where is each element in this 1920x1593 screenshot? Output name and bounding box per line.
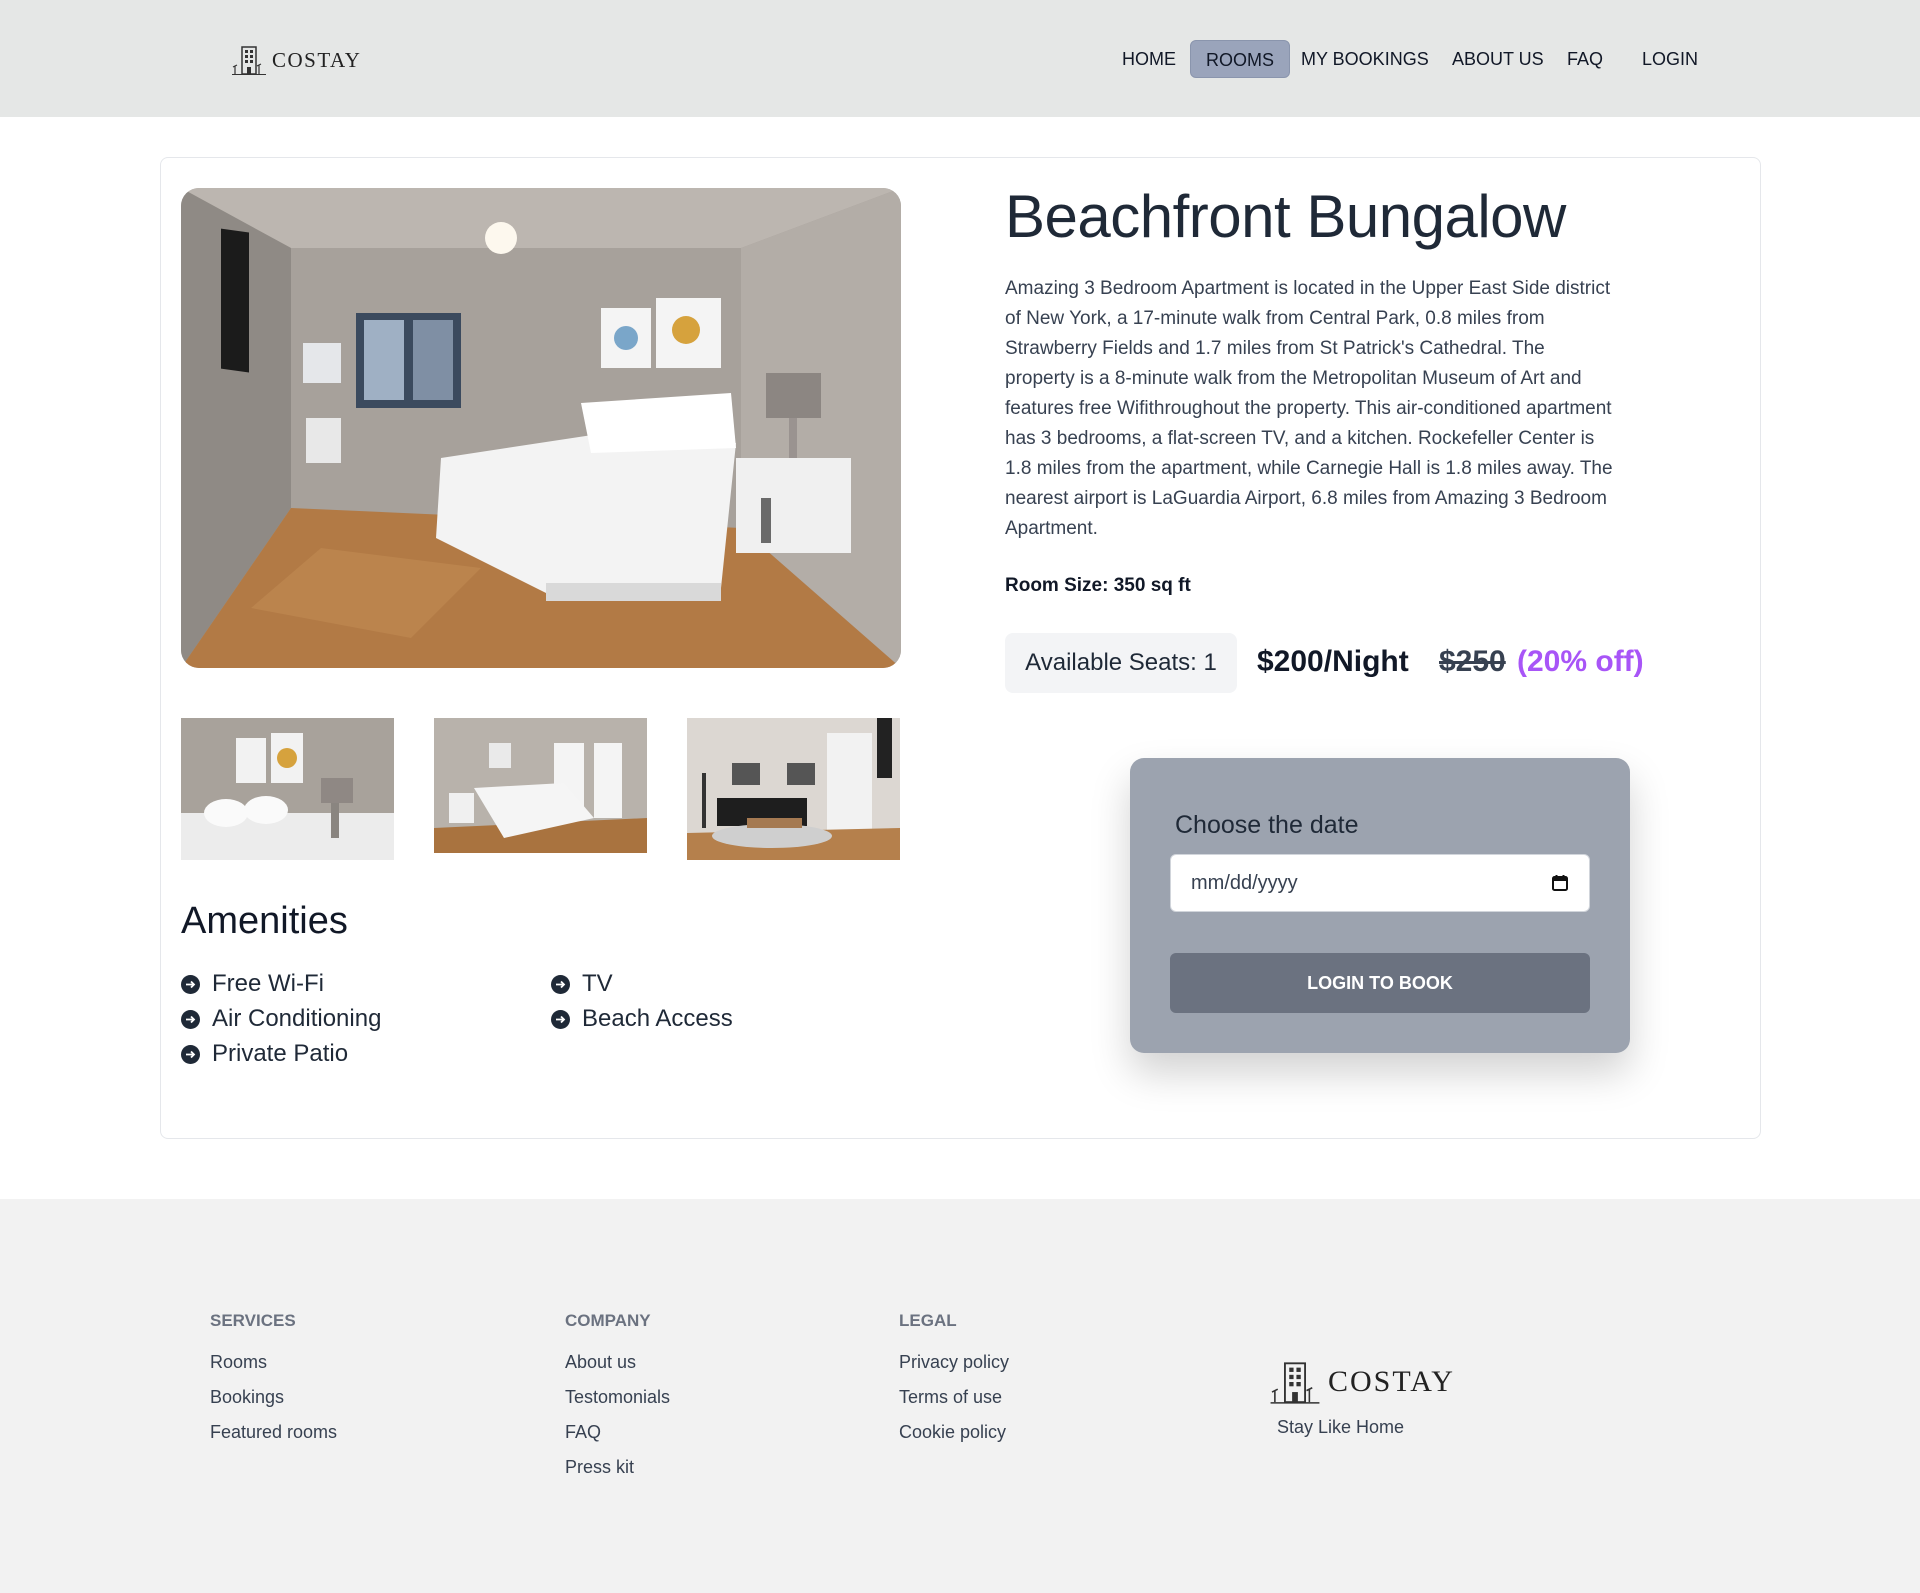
arrow-circle-right-icon [551,1009,570,1029]
arrow-circle-right-icon [551,974,570,994]
footer-link-press-kit[interactable]: Press kit [565,1456,670,1491]
date-input[interactable]: mm/dd/yyyy [1170,854,1590,912]
nav-login[interactable]: Login [1627,40,1713,78]
footer-link-privacy-policy[interactable]: Privacy policy [899,1351,1009,1386]
room-thumbnail-3[interactable] [687,718,900,860]
room-thumbnail-2[interactable] [434,718,647,853]
amenities-title: Amenities [181,900,348,942]
footer-heading: Legal [899,1311,957,1330]
calendar-icon[interactable] [1551,874,1569,892]
hotel-building-icon [1270,1362,1320,1404]
amenity-item: Air Conditioning [181,1005,381,1033]
nav-rooms[interactable]: Rooms [1190,40,1291,78]
booking-date-label: Choose the date [1175,811,1359,839]
arrow-circle-right-icon [181,1009,200,1029]
room-description: Amazing 3 Bedroom Apartment is located i… [1005,278,1613,539]
nav-faq[interactable]: FAQ [1552,40,1618,78]
footer-tagline: Stay Like Home [1277,1417,1405,1437]
amenity-item: TV [551,970,613,998]
footer-link-rooms[interactable]: Rooms [210,1351,337,1386]
footer-column-services: Services Rooms Bookings Featured rooms [210,1311,337,1456]
footer-heading: Services [210,1311,296,1330]
nav-my-bookings[interactable]: My Bookings [1286,40,1444,78]
login-to-book-button[interactable]: Login to Book [1170,953,1590,1013]
site-header: COSTAY Home Rooms My Bookings About Us F… [0,0,1920,117]
available-seats-badge: Available Seats: 1 [1005,633,1237,693]
footer-logo[interactable]: COSTAY [1270,1359,1455,1405]
amenity-label: Beach Access [582,1005,733,1032]
discount-label: (20% off) [1517,645,1644,678]
amenity-label: TV [582,970,613,997]
amenity-label: Private Patio [212,1040,349,1067]
arrow-circle-right-icon [181,1044,200,1064]
amenity-label: Air Conditioning [212,1005,382,1032]
footer-link-featured-rooms[interactable]: Featured rooms [210,1421,337,1456]
price-per-night: $200/Night [1257,645,1409,678]
booking-panel: Choose the date mm/dd/yyyy Login to Book [1130,758,1630,1053]
site-footer: Services Rooms Bookings Featured rooms C… [0,1199,1920,1593]
room-size: Room Size: 350 sq ft [1005,575,1191,596]
date-input-placeholder: mm/dd/yyyy [1191,871,1298,894]
footer-link-about-us[interactable]: About us [565,1351,670,1386]
footer-logo-text: COSTAY [1328,1365,1455,1398]
main-nav: Home Rooms My Bookings About Us FAQ Logi… [0,40,1920,78]
footer-heading: Company [565,1311,651,1330]
nav-about-us[interactable]: About Us [1437,40,1559,78]
original-price: $250 [1439,645,1506,678]
room-title: Beachfront Bungalow [1005,183,1566,250]
room-thumbnail-1[interactable] [181,718,394,860]
amenity-item: Free Wi-Fi [181,970,324,998]
footer-column-legal: Legal Privacy policy Terms of use Cookie… [899,1311,1009,1456]
arrow-circle-right-icon [181,974,200,994]
footer-link-bookings[interactable]: Bookings [210,1386,337,1421]
footer-link-cookie-policy[interactable]: Cookie policy [899,1421,1009,1456]
amenity-label: Free Wi-Fi [212,970,324,997]
footer-link-testimonials[interactable]: Testomonials [565,1386,670,1421]
amenity-item: Private Patio [181,1040,348,1068]
nav-home[interactable]: Home [1107,40,1191,78]
amenity-item: Beach Access [551,1005,733,1033]
footer-column-company: Company About us Testomonials FAQ Press … [565,1311,670,1491]
footer-link-faq[interactable]: FAQ [565,1421,670,1456]
footer-link-terms-of-use[interactable]: Terms of use [899,1386,1009,1421]
room-main-photo[interactable] [181,188,901,668]
